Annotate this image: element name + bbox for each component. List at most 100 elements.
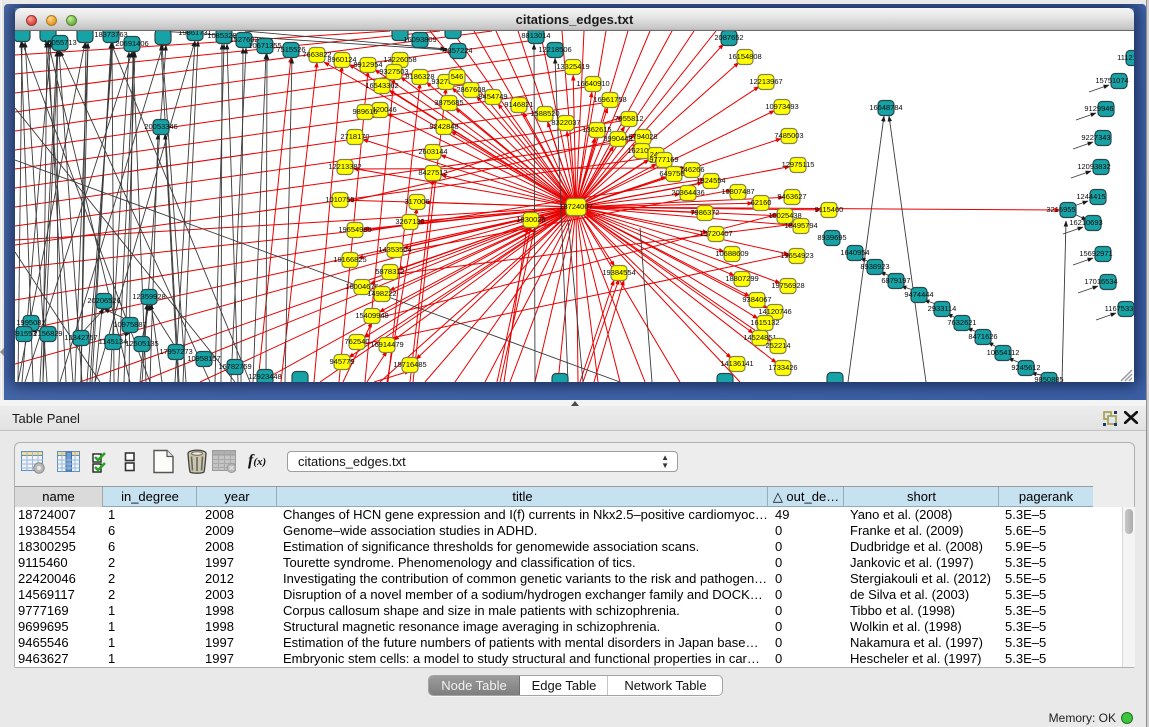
svg-text:12213967: 12213967	[749, 77, 782, 86]
svg-text:1733426: 1733426	[768, 363, 797, 372]
svg-text:9115460: 9115460	[815, 205, 844, 214]
svg-text:16093809: 16093809	[403, 35, 436, 44]
svg-text:15716485: 15716485	[393, 360, 426, 369]
svg-text:1145134: 1145134	[99, 337, 128, 346]
svg-text:8939695: 8939695	[817, 233, 846, 242]
svg-text:7515526: 7515526	[276, 45, 305, 54]
svg-text:1824554: 1824554	[696, 176, 725, 185]
svg-text:18724007: 18724007	[559, 202, 592, 211]
svg-text:3215955: 3215955	[1046, 205, 1075, 214]
svg-text:14353504: 14353504	[378, 245, 411, 254]
svg-text:18807299: 18807299	[725, 274, 758, 283]
svg-text:1498222: 1498222	[367, 289, 396, 298]
svg-text:18373763: 18373763	[94, 31, 127, 39]
svg-text:1640954: 1640954	[840, 248, 869, 257]
svg-text:12505135: 12505135	[125, 339, 158, 348]
svg-text:8454749: 8454749	[478, 92, 507, 101]
svg-text:12093832: 12093832	[1077, 162, 1110, 171]
svg-text:2087652: 2087652	[714, 33, 743, 42]
svg-text:9242848: 9242848	[429, 122, 458, 131]
svg-text:8912954: 8912954	[353, 60, 382, 69]
svg-text:8322037: 8322037	[551, 118, 580, 127]
svg-text:9850885: 9850885	[1034, 375, 1063, 382]
svg-text:18495794: 18495794	[784, 221, 817, 230]
svg-text:9245612: 9245612	[1011, 363, 1040, 372]
svg-text:16640910: 16640910	[576, 79, 609, 88]
svg-text:19055713: 19055713	[43, 38, 76, 47]
svg-text:19384554: 19384554	[602, 268, 635, 277]
svg-text:6879197: 6879197	[881, 276, 910, 285]
svg-text:7632621: 7632621	[947, 318, 976, 327]
svg-text:12342757: 12342757	[64, 333, 97, 342]
svg-text:12213382: 12213382	[328, 162, 361, 171]
svg-text:252214: 252214	[765, 341, 790, 350]
svg-text:945779: 945779	[329, 357, 354, 366]
svg-text:2156829: 2156829	[33, 329, 62, 338]
svg-text:7485003: 7485003	[774, 131, 803, 140]
svg-text:989616: 989616	[352, 107, 377, 116]
svg-text:317006: 317006	[404, 197, 429, 206]
svg-text:9463627: 9463627	[777, 192, 806, 201]
svg-text:20691406: 20691406	[115, 39, 148, 48]
svg-text:10654112: 10654112	[987, 348, 1020, 357]
svg-text:9327503: 9327503	[379, 67, 408, 76]
svg-text:8186328: 8186328	[405, 72, 434, 81]
svg-text:15409948: 15409948	[355, 311, 388, 320]
svg-text:2933114: 2933114	[928, 304, 957, 313]
svg-text:16543362: 16543362	[365, 81, 398, 90]
svg-text:15692971: 15692971	[1079, 249, 1112, 258]
svg-text:9777169: 9777169	[649, 155, 678, 164]
svg-text:16648784: 16648784	[869, 103, 902, 112]
svg-text:10973493: 10973493	[765, 102, 798, 111]
svg-text:1167533: 1167533	[1105, 304, 1134, 313]
svg-text:16914479: 16914479	[370, 340, 403, 349]
svg-text:19654985: 19654985	[338, 225, 371, 234]
svg-text:8427512: 8427512	[418, 168, 447, 177]
svg-text:762540: 762540	[344, 337, 369, 346]
svg-text:20364436: 20364436	[671, 188, 704, 197]
svg-text:9227343: 9227343	[1081, 133, 1110, 142]
svg-text:12359928: 12359928	[132, 292, 165, 301]
svg-text:1244415: 1244415	[1076, 192, 1105, 201]
svg-text:7986372: 7986372	[690, 208, 719, 217]
svg-text:14136141: 14136141	[720, 359, 753, 368]
svg-text:1362615: 1362615	[582, 125, 611, 134]
svg-text:12975115: 12975115	[782, 160, 815, 169]
svg-text:8938923: 8938923	[860, 262, 889, 271]
svg-text:2718170: 2718170	[340, 132, 369, 141]
svg-text:8813014: 8813014	[521, 31, 550, 40]
svg-text:10807487: 10807487	[721, 187, 754, 196]
svg-text:546: 546	[451, 72, 464, 81]
svg-text:10958157: 10958157	[187, 354, 220, 363]
svg-text:6794028: 6794028	[628, 132, 657, 141]
svg-text:13325419: 13325419	[556, 62, 589, 71]
svg-text:12218506: 12218506	[538, 45, 571, 54]
svg-text:12923448: 12923448	[248, 372, 281, 381]
svg-text:1588520: 1588520	[530, 109, 559, 118]
svg-text:16210693: 16210693	[1069, 218, 1102, 227]
svg-text:16782759: 16782759	[218, 362, 251, 371]
svg-text:1995081: 1995081	[16, 318, 45, 327]
svg-text:1010755: 1010755	[325, 195, 354, 204]
svg-text:9146821: 9146821	[504, 100, 533, 109]
svg-text:7955812: 7955812	[614, 114, 643, 123]
svg-text:5878312: 5878312	[375, 267, 404, 276]
svg-text:1615132: 1615132	[750, 318, 779, 327]
svg-text:10688609: 10688609	[715, 249, 748, 258]
svg-text:15751074: 15751074	[1095, 76, 1128, 85]
svg-text:17016534: 17016534	[1084, 277, 1117, 286]
svg-text:3267130: 3267130	[395, 217, 424, 226]
svg-text:8960124: 8960124	[327, 55, 356, 64]
svg-text:19166825: 19166825	[333, 255, 366, 264]
svg-text:16961758: 16961758	[593, 95, 626, 104]
svg-text:19654923: 19654923	[780, 251, 813, 260]
svg-text:9384067: 9384067	[742, 295, 771, 304]
svg-text:13226058: 13226058	[383, 55, 416, 64]
svg-text:10975887: 10975887	[113, 320, 146, 329]
svg-text:7857224: 7857224	[443, 46, 472, 55]
svg-text:20053346: 20053346	[144, 122, 177, 131]
svg-text:16154808: 16154808	[728, 52, 761, 61]
svg-text:11121: 11121	[1117, 53, 1134, 62]
svg-text:8471626: 8471626	[968, 332, 997, 341]
svg-text:746266: 746266	[679, 165, 704, 174]
